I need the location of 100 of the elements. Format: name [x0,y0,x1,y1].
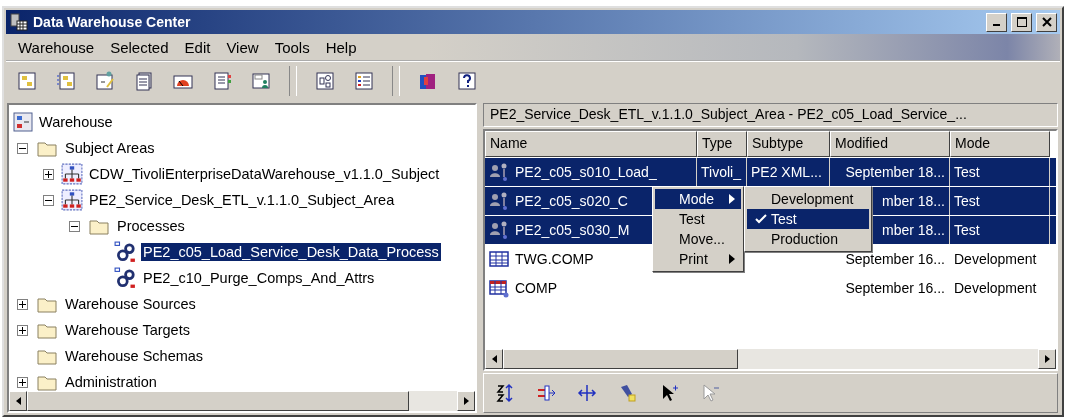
step-icon [489,191,509,211]
horizontal-scrollbar[interactable] [9,391,475,411]
tree-item[interactable]: Warehouse Targets [63,321,192,339]
table-cell: PE2_c05_s030_M [515,222,630,238]
path-label: PE2_Service_Desk_ETL_v.1.1.0_Subject_Area - PE2_c05_Load_Service_... [483,103,1058,127]
close-icon [1041,17,1052,27]
column-header[interactable]: Modified [830,131,950,157]
sort-button[interactable] [494,382,516,404]
table-cell: PE2_c05_s020_C [515,193,628,209]
tree-item[interactable]: PE2_Service_Desk_ETL_v.1.1.0_Subject_Area [87,191,397,209]
expand-toggle[interactable] [16,324,28,336]
notebook-icon [212,71,232,91]
list-icon [354,71,374,91]
expand-toggle[interactable] [42,168,54,180]
menu-item[interactable]: Edit [176,38,219,56]
table-cell: Test [954,164,980,180]
table-cell: COMP [515,280,557,296]
scroll-right-button[interactable] [457,391,475,411]
step-icon [489,220,509,240]
menu-item[interactable]: Help [317,38,365,56]
plus-icon [18,300,26,308]
collapse-toggle[interactable] [68,220,80,232]
horizontal-scrollbar[interactable] [485,349,1056,369]
table-cell: September 16... [845,251,945,267]
help-button[interactable] [456,70,478,92]
tree-item[interactable]: Warehouse [37,113,115,131]
tree-item[interactable]: Warehouse Sources [63,295,198,313]
gears-icon [113,241,137,263]
expand-toggle[interactable] [16,376,28,388]
left-arrow-icon [15,397,21,405]
table-cell: Development [954,251,1037,267]
menu-item[interactable]: Selected [102,38,177,56]
submenu-arrow-icon [729,194,735,204]
table-icon [489,249,509,269]
table-cell: PE2 XML... [751,164,822,180]
tree-item[interactable]: Processes [115,217,187,235]
window-title: Data Warehouse Center [33,14,192,30]
document-stack-button[interactable] [133,70,155,92]
minimize-button[interactable] [986,12,1007,32]
flashlight-icon [618,383,638,403]
command-prompt-button[interactable] [94,70,116,92]
column-header[interactable]: Name [485,131,697,157]
scroll-right-button[interactable] [1038,349,1056,369]
table-cell: September 16... [845,280,945,296]
scroll-left-button[interactable] [9,391,27,411]
menu-item[interactable]: Development [747,189,869,209]
table-cell: mber 18... [881,193,945,209]
tree-item[interactable]: PE2_c05_Load_Service_Desk_Data_Process [141,243,441,261]
plus-icon [44,170,52,178]
tree-item[interactable]: Warehouse Schemas [63,347,206,365]
sort-icon [495,383,515,403]
table-row[interactable]: PE2_c05_s010_Load_ Tivoli_ PE2 XML... September 18... Test [485,158,1056,186]
list-button[interactable] [353,70,375,92]
tree-item[interactable]: CDW_TivoliEnterpriseDataWarehouse_v1.1.0_Subject [87,165,442,183]
collapse-toggle[interactable] [42,194,54,206]
plus-icon [18,378,26,386]
columns-icon [536,383,556,403]
maximize-icon [1016,17,1027,27]
scrollbar-thumb[interactable] [503,349,738,369]
table-cell: TWG.COMP [515,251,594,267]
menu-item[interactable]: Tools [266,38,318,56]
scrollbar-thumb[interactable] [27,391,409,411]
table-cell: Development [954,280,1037,296]
table-cell: Test [954,193,980,209]
book-icon [418,71,438,91]
tree-item[interactable]: Subject Areas [63,139,157,157]
menu-item[interactable]: Print [655,249,741,269]
toolbar-separator [392,66,400,96]
menu-item[interactable]: Test [655,209,741,229]
expand-toggle[interactable] [16,298,28,310]
column-header[interactable]: Subtype [747,131,830,157]
tree-item[interactable]: Administration [63,373,159,391]
menu-item[interactable]: Test [747,209,869,229]
maximize-button[interactable] [1011,12,1032,32]
document-stack-icon [134,71,154,91]
tree-item[interactable]: PE2_c10_Purge_Comps_And_Attrs [141,269,377,287]
column-header[interactable]: Type [697,131,747,157]
close-button[interactable] [1036,12,1057,32]
column-header[interactable]: Mode [950,131,1050,157]
notebook-button[interactable] [211,70,233,92]
submenu-arrow-icon [729,254,735,264]
table-cell: Tivoli_ [701,164,741,180]
right-arrow-icon [463,397,469,405]
collapse-toggle[interactable] [16,142,28,154]
table-icon [489,278,509,298]
table-cell: mber 18... [881,222,945,238]
table-cell: Test [954,222,980,238]
columns-button[interactable] [535,382,557,404]
resize-icon [577,383,597,403]
step-icon [489,162,509,182]
resize-button[interactable] [576,382,598,404]
menu-item[interactable]: Mode [655,189,741,209]
message-icon [251,71,271,91]
scroll-left-button[interactable] [485,349,503,369]
menu-item[interactable]: View [218,38,267,56]
table-cell: September 18... [845,164,945,180]
message-button[interactable] [250,70,272,92]
command-prompt-icon [95,71,115,91]
warehouse-icon [13,112,33,132]
menu-item[interactable]: Warehouse [10,38,103,56]
